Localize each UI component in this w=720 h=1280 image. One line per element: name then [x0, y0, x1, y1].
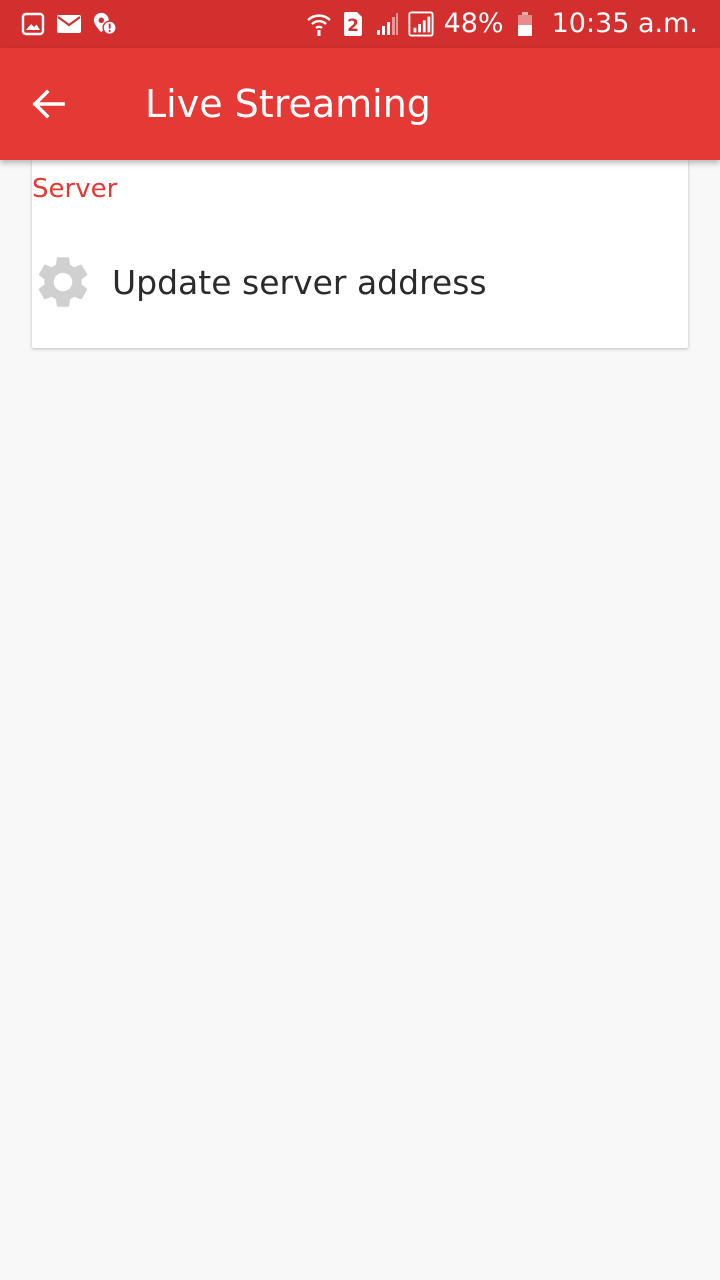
signal-icon [408, 11, 434, 37]
clock: 10:35 a.m. [551, 8, 698, 39]
system-status: 2 48% 10:35 a.m. [306, 0, 698, 48]
update-server-address-item[interactable]: Update server address [32, 232, 688, 332]
page-title: Live Streaming [145, 82, 431, 126]
notification-icons [20, 11, 118, 37]
settings-card: Server Update server address [32, 160, 688, 348]
battery-percentage: 48% [443, 8, 504, 39]
back-button[interactable] [0, 48, 96, 160]
mail-icon [56, 11, 82, 37]
gear-icon [32, 251, 94, 313]
arrow-back-icon [32, 89, 65, 119]
wifi-icon [306, 11, 332, 37]
sim-2-icon: 2 [340, 11, 366, 37]
category-title-server: Server [32, 174, 118, 204]
app-bar: Live Streaming [0, 48, 720, 160]
signal-icon [374, 11, 400, 37]
location-alert-icon [92, 11, 118, 37]
battery-icon [512, 11, 538, 37]
sim-slot-number: 2 [347, 16, 359, 36]
status-bar: 2 48% 10:35 a.m. [0, 0, 720, 48]
gallery-icon [20, 11, 46, 37]
update-server-address-label: Update server address [112, 262, 487, 302]
